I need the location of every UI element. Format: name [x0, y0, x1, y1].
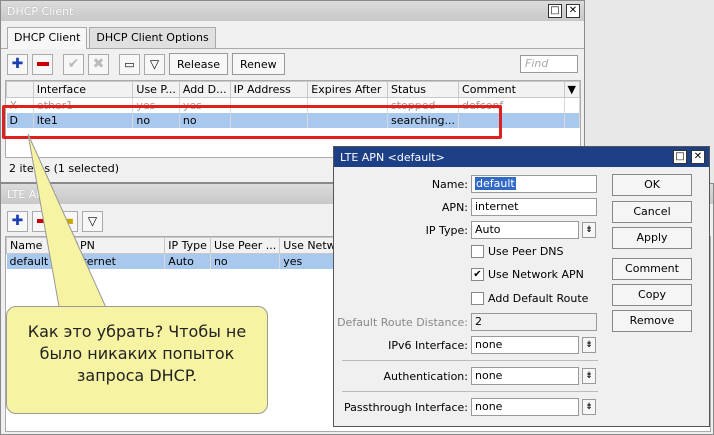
distance-field[interactable]: 2: [471, 313, 597, 331]
ipv6-interface-label: IPv6 Interface:: [388, 339, 468, 352]
name-value: default: [475, 177, 516, 190]
comment-button[interactable]: Comment: [612, 258, 692, 280]
apn-dialog-titlebar[interactable]: LTE APN <default> □ ✕: [334, 147, 709, 167]
apn-label: APN:: [441, 201, 468, 214]
authentication-dropdown-icon[interactable]: ⇟: [582, 368, 596, 384]
copy-button[interactable]: Copy: [612, 284, 692, 306]
apn-dialog-title: LTE APN <default>: [340, 150, 445, 164]
ip-type-label: IP Type:: [425, 224, 468, 237]
passthrough-interface-label: Passthrough Interface:: [343, 401, 468, 414]
ok-button[interactable]: OK: [612, 174, 692, 196]
use-network-apn-checkbox[interactable]: ✔: [471, 268, 484, 281]
distance-label: Default Route Distance:: [337, 316, 468, 329]
add-default-route-checkbox[interactable]: [471, 292, 484, 305]
authentication-label: Authentication:: [383, 370, 468, 383]
use-peer-dns-checkbox[interactable]: [471, 245, 484, 258]
authentication-select[interactable]: none: [471, 367, 579, 385]
ipv6-dropdown-icon[interactable]: ⇟: [582, 337, 596, 353]
remove-button[interactable]: Remove: [612, 310, 692, 332]
apn-field[interactable]: internet: [471, 198, 597, 216]
apply-button[interactable]: Apply: [612, 227, 692, 249]
close-icon[interactable]: ✕: [691, 150, 705, 164]
ip-type-dropdown-icon[interactable]: ⇟: [582, 222, 596, 238]
cancel-button[interactable]: Cancel: [612, 201, 692, 223]
add-default-route-label: Add Default Route: [488, 292, 589, 305]
divider: [342, 360, 598, 361]
name-label: Name:: [431, 178, 468, 191]
use-peer-dns-label: Use Peer DNS: [488, 245, 564, 258]
ipv6-interface-select[interactable]: none: [471, 336, 579, 354]
ip-type-select[interactable]: Auto: [471, 221, 579, 239]
passthrough-interface-select[interactable]: none: [471, 398, 579, 416]
name-field[interactable]: default: [471, 175, 597, 193]
maximize-icon[interactable]: □: [673, 150, 687, 164]
lte-apn-dialog: LTE APN <default> □ ✕ Name: default APN:…: [333, 146, 710, 427]
use-network-apn-label: Use Network APN: [488, 268, 584, 281]
passthrough-dropdown-icon[interactable]: ⇟: [582, 399, 596, 415]
divider: [342, 391, 598, 392]
